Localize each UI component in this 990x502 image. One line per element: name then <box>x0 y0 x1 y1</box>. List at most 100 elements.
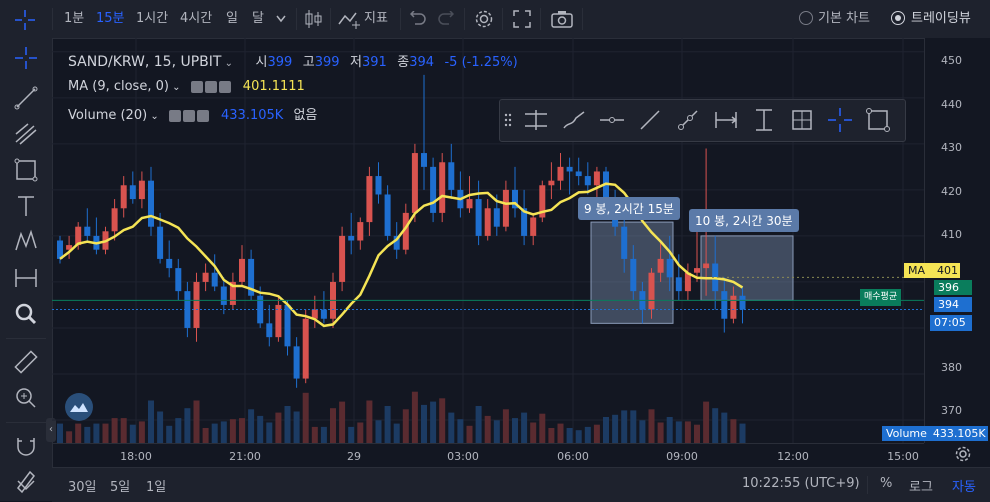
volume-bar <box>66 431 73 443</box>
volume-bar <box>120 418 127 443</box>
ray-tool-icon[interactable] <box>672 104 704 136</box>
volume-bar <box>402 409 409 443</box>
crosshair-cursor-icon[interactable] <box>12 44 40 72</box>
time-axis[interactable]: 18:00 21:00 29 03:00 06:00 09:00 12:00 1… <box>52 443 924 468</box>
symbol-title[interactable]: SAND/KRW, 15, UPBIT <box>68 54 221 70</box>
candle-body <box>703 263 710 269</box>
volume-bar <box>148 400 154 443</box>
redo-icon[interactable] <box>438 11 454 27</box>
chevron-down-icon[interactable] <box>276 15 286 23</box>
price-label: 420 <box>941 185 962 198</box>
close-small-icon[interactable] <box>196 109 209 122</box>
crosshair-logo-icon[interactable] <box>14 9 36 31</box>
indicator-icon[interactable] <box>338 9 362 29</box>
candle-body <box>375 176 382 195</box>
axis-settings-gear-icon[interactable] <box>954 445 972 463</box>
volume-bar <box>421 404 427 443</box>
rectangle-tool-icon[interactable] <box>862 104 894 136</box>
crosshair-tool-icon[interactable] <box>824 104 856 136</box>
horizontal-ray-icon[interactable] <box>596 104 628 136</box>
position-tool-icon[interactable] <box>520 104 552 136</box>
candle-body <box>339 235 346 282</box>
volume-value: 433.105K <box>221 108 284 123</box>
volume-tag-label: Volume <box>886 427 927 440</box>
settings-gear-icon[interactable] <box>474 9 494 29</box>
brush-tool-icon[interactable] <box>558 104 590 136</box>
clock[interactable]: 10:22:55 (UTC+9) <box>742 476 860 491</box>
volume-bar <box>211 423 218 443</box>
log-toggle[interactable]: 로그 <box>909 476 933 495</box>
zoom-in-icon[interactable] <box>12 384 40 412</box>
volume-bar <box>448 412 455 443</box>
price-range-icon[interactable] <box>748 104 780 136</box>
volume-bar <box>257 415 264 443</box>
candle-body <box>593 171 600 186</box>
volume-bar <box>739 423 746 443</box>
price-axis[interactable]: 450 440 430 420 410 380 370 <box>924 38 990 443</box>
candle-body <box>211 272 218 287</box>
ma-label[interactable]: MA (9, close, 0) <box>68 79 169 94</box>
auto-toggle[interactable]: 자동 <box>952 476 976 495</box>
candle-body <box>557 166 564 181</box>
volume-bar <box>266 422 273 443</box>
volume-bar <box>248 409 255 443</box>
range-5d[interactable]: 5일 <box>110 476 130 495</box>
volume-bar <box>484 415 491 443</box>
volume-bar <box>584 426 591 443</box>
volume-bar <box>639 420 646 443</box>
interval-4h[interactable]: 4시간 <box>180 0 212 38</box>
date-price-range-icon[interactable] <box>786 104 818 136</box>
rectangle-icon[interactable] <box>12 156 40 184</box>
gear-small-icon[interactable] <box>204 80 217 93</box>
magnet-icon[interactable] <box>12 432 40 460</box>
radio-tradingview[interactable] <box>891 11 905 25</box>
ma-tag-label: MA <box>908 264 926 277</box>
price-label: 450 <box>941 54 962 67</box>
text-tool-icon[interactable] <box>12 192 40 220</box>
line-tool-icon[interactable] <box>634 104 666 136</box>
candle-body <box>202 272 209 282</box>
zoom-search-icon[interactable] <box>12 300 40 328</box>
fullscreen-icon[interactable] <box>513 10 531 28</box>
interval-month[interactable]: 달 <box>252 0 264 38</box>
eye-icon[interactable] <box>190 80 203 93</box>
date-range-icon[interactable] <box>710 104 742 136</box>
interval-day[interactable]: 일 <box>226 0 238 38</box>
interval-15m[interactable]: 15분 <box>96 0 125 38</box>
volume-bar <box>566 428 573 443</box>
candle-body <box>648 272 655 310</box>
tradingview-label[interactable]: 트레이딩뷰 <box>911 0 971 38</box>
range-1d[interactable]: 1일 <box>146 476 166 495</box>
candle-style-icon[interactable] <box>302 8 324 30</box>
volume-bar <box>357 422 364 443</box>
pattern-icon[interactable] <box>12 228 40 256</box>
percent-toggle[interactable]: % <box>880 476 892 491</box>
price-label: 440 <box>941 98 962 111</box>
gear-small-icon[interactable] <box>182 109 195 122</box>
indicator-button[interactable]: 지표 <box>364 0 388 38</box>
undo-icon[interactable] <box>410 11 426 27</box>
trend-line-icon[interactable] <box>12 84 40 112</box>
volume-bar <box>430 401 437 443</box>
volume-label[interactable]: Volume (20) <box>68 108 147 123</box>
candle-body <box>439 162 446 213</box>
candle-body <box>157 226 164 259</box>
collapse-toolbar-icon[interactable] <box>4 475 48 497</box>
camera-icon[interactable] <box>551 10 573 28</box>
price-label: 380 <box>941 361 962 374</box>
drag-handle-icon[interactable] <box>504 112 512 128</box>
measure-range-icon[interactable] <box>12 264 40 292</box>
candle-body <box>575 171 582 177</box>
interval-1h[interactable]: 1시간 <box>136 0 168 38</box>
pitchfork-icon[interactable] <box>12 120 40 148</box>
interval-1m[interactable]: 1분 <box>64 0 84 38</box>
eye-icon[interactable] <box>168 109 181 122</box>
radio-basic-chart[interactable] <box>799 11 813 25</box>
range-30d[interactable]: 30일 <box>68 476 97 495</box>
basic-chart-label[interactable]: 기본 차트 <box>818 0 870 38</box>
volume-bar <box>675 421 682 443</box>
close-small-icon[interactable] <box>218 80 231 93</box>
volume-bar <box>184 408 191 443</box>
candle-body <box>548 180 555 186</box>
ruler-icon[interactable] <box>12 348 40 376</box>
